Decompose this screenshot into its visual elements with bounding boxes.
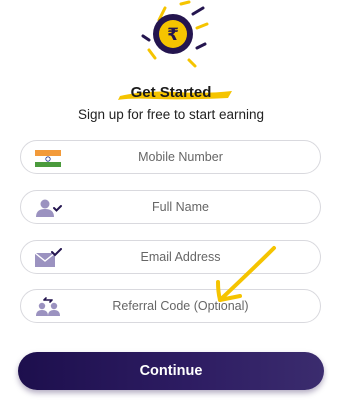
page-subtitle: Sign up for free to start earning xyxy=(77,107,265,122)
mobile-number-input[interactable] xyxy=(67,141,306,173)
title-area: Get Started xyxy=(0,83,342,105)
email-address-field[interactable] xyxy=(20,240,321,274)
full-name-field[interactable] xyxy=(20,190,321,224)
rupee-coin-icon: ₹ xyxy=(141,0,209,68)
svg-text:₹: ₹ xyxy=(167,25,179,45)
referral-code-input[interactable] xyxy=(67,290,306,322)
mobile-number-field[interactable] xyxy=(20,140,321,174)
referral-users-icon xyxy=(36,297,60,316)
email-address-input[interactable] xyxy=(67,241,306,273)
full-name-input[interactable] xyxy=(67,191,306,223)
envelope-check-icon xyxy=(35,248,62,267)
page-title: Get Started xyxy=(130,84,212,101)
continue-button[interactable]: Continue xyxy=(18,352,324,390)
user-check-icon xyxy=(36,199,62,217)
referral-code-field[interactable] xyxy=(20,289,321,323)
india-flag-icon xyxy=(35,150,61,167)
